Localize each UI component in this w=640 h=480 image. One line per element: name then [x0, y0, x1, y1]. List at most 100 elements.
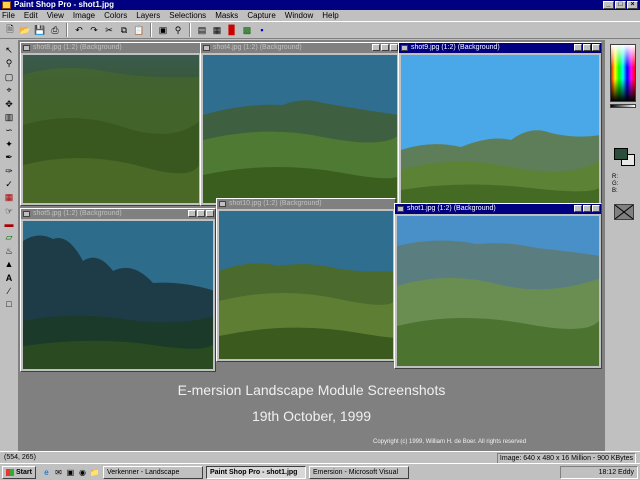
arrow-icon[interactable]: ↖: [2, 44, 17, 56]
redo-icon[interactable]: ↷: [87, 23, 101, 37]
landscape-image: [23, 55, 199, 203]
menu-masks[interactable]: Masks: [215, 11, 238, 20]
menu-capture[interactable]: Capture: [247, 11, 275, 20]
grayscale-ramp[interactable]: [610, 104, 636, 108]
minimize-button[interactable]: _: [603, 1, 614, 9]
histogram-icon[interactable]: ▉: [225, 23, 239, 37]
toolbar: 🗎 📂 💾 ⎙ ↶ ↷ ✂ ⧉ 📋 ▣ ⚲ ▤ ▦ ▉ ▩ ▪: [0, 21, 640, 39]
taskbar-button-paintshop[interactable]: Paint Shop Pro - shot1.jpg: [205, 465, 306, 479]
status-bar: (554, 265) Image: 640 x 480 x 16 Million…: [0, 451, 640, 464]
toggle-palette-icon[interactable]: ▦: [210, 23, 224, 37]
clone-icon[interactable]: ✓: [2, 178, 17, 190]
taskbar: Start e ✉ ▣ ◉ 📁 Verkenner - Landscape Pa…: [0, 463, 640, 480]
zoom-tool-icon[interactable]: ⚲: [2, 57, 17, 69]
selection-icon[interactable]: ▥: [2, 111, 17, 123]
menu-file[interactable]: File: [2, 11, 15, 20]
toggle-toolbar-icon[interactable]: ▤: [195, 23, 209, 37]
paintbrush-icon[interactable]: ✑: [2, 165, 17, 177]
deformation-icon[interactable]: ▢: [2, 71, 17, 83]
landscape-image: [203, 55, 397, 203]
foreground-color-swatch[interactable]: [614, 148, 628, 160]
menu-bar: File Edit View Image Colors Layers Selec…: [0, 10, 640, 21]
app-icon[interactable]: [2, 1, 11, 9]
start-button[interactable]: Start: [2, 465, 36, 479]
toolbar-separator: [150, 23, 152, 37]
taskbar-button-visualstudio[interactable]: Emersion - Microsoft Visual: [308, 465, 409, 479]
image-window-caption[interactable]: shot5.jpg (1:2) (Background): [21, 209, 215, 219]
maximize-button[interactable]: □: [615, 1, 626, 9]
undo-icon[interactable]: ↶: [72, 23, 86, 37]
zoom-icon[interactable]: ⚲: [171, 23, 185, 37]
overview-icon[interactable]: ▪: [255, 23, 269, 37]
image-window-caption[interactable]: shot4.jpg (1:2) (Background): [201, 43, 399, 53]
cursor-coordinates: (554, 265): [4, 454, 36, 461]
browse-icon[interactable]: ▣: [156, 23, 170, 37]
tool-palette: ↖ ⚲ ▢ ⌖ ✥ ▥ ∽ ✦ ✒ ✑ ✓ ▦ ☞ ▬ ▱ ♨ ▲ A ∕ □: [0, 41, 18, 451]
image-window-caption[interactable]: shot8.jpg (1:2) (Background): [21, 43, 201, 53]
menu-layers[interactable]: Layers: [136, 11, 160, 20]
clock[interactable]: 18:12 Eddy: [599, 469, 634, 476]
airbrush-icon[interactable]: ♨: [2, 245, 17, 257]
windows-flag-icon: [6, 468, 14, 476]
landscape-image: [219, 211, 393, 359]
magic-wand-icon[interactable]: ✦: [2, 138, 17, 150]
canvas-heading: E-mersion Landscape Module Screenshots: [177, 382, 446, 398]
copy-icon[interactable]: ⧉: [117, 23, 131, 37]
quick-launch: e ✉ ▣ ◉ 📁: [41, 467, 100, 478]
menu-selections[interactable]: Selections: [169, 11, 206, 20]
freehand-icon[interactable]: ∽: [2, 124, 17, 136]
retouch-icon[interactable]: ☞: [2, 205, 17, 217]
landscape-image: [397, 216, 599, 366]
menu-window[interactable]: Window: [285, 11, 313, 20]
explorer-icon[interactable]: 📁: [89, 467, 100, 478]
dropper-icon[interactable]: ✒: [2, 151, 17, 163]
new-icon[interactable]: 🗎: [3, 23, 17, 37]
layers-icon[interactable]: ▩: [240, 23, 254, 37]
print-icon[interactable]: ⎙: [48, 23, 62, 37]
toolbar-separator: [66, 23, 68, 37]
image-window-caption[interactable]: shot9.jpg (1:2) (Background): [399, 43, 601, 53]
color-replacer-icon[interactable]: ▦: [2, 191, 17, 203]
canvas-date: 19th October, 1999: [251, 408, 372, 424]
crop-icon[interactable]: ⌖: [2, 84, 17, 96]
outlook-icon[interactable]: ✉: [53, 467, 64, 478]
menu-help[interactable]: Help: [322, 11, 338, 20]
open-icon[interactable]: 📂: [18, 23, 32, 37]
image-window-caption[interactable]: shot10.jpg (1:2) (Background): [217, 199, 395, 209]
system-tray: 18:12 Eddy: [560, 466, 638, 479]
taskbar-button-explorer[interactable]: Verkenner - Landscape: [102, 465, 203, 479]
cut-icon[interactable]: ✂: [102, 23, 116, 37]
image-window-shot4[interactable]: shot4.jpg (1:2) (Background): [200, 42, 400, 206]
canvas-copyright: Copyright (c) 1999, William H. de Boer. …: [373, 439, 527, 445]
shape-icon[interactable]: □: [2, 298, 17, 310]
landscape-image: [401, 55, 599, 203]
image-window-shot5[interactable]: shot5.jpg (1:2) (Background): [20, 208, 216, 372]
image-window-shot1[interactable]: shot1.jpg (1:2) (Background): [394, 203, 602, 369]
mover-icon[interactable]: ✥: [2, 98, 17, 110]
image-window-caption[interactable]: shot1.jpg (1:2) (Background): [395, 204, 601, 214]
menu-edit[interactable]: Edit: [24, 11, 38, 20]
image-window-shot8[interactable]: shot8.jpg (1:2) (Background): [20, 42, 202, 206]
menu-image[interactable]: Image: [73, 11, 95, 20]
picture-tube-icon[interactable]: ▱: [2, 231, 17, 243]
image-window-shot10[interactable]: shot10.jpg (1:2) (Background): [216, 198, 396, 362]
landscape-image: [23, 221, 213, 369]
toolbar-separator: [189, 23, 191, 37]
channels-icon[interactable]: ◉: [77, 467, 88, 478]
style-swatch[interactable]: [614, 204, 634, 220]
color-spectrum[interactable]: [610, 44, 636, 102]
close-button[interactable]: ×: [627, 1, 638, 9]
line-icon[interactable]: ∕: [2, 285, 17, 297]
eraser-icon[interactable]: ▬: [2, 218, 17, 230]
save-icon[interactable]: 💾: [33, 23, 47, 37]
color-palette: R: G: B:: [606, 40, 640, 451]
menu-view[interactable]: View: [47, 11, 64, 20]
text-icon[interactable]: A: [2, 272, 17, 284]
window-title: Paint Shop Pro - shot1.jpg: [14, 0, 114, 9]
image-window-shot9[interactable]: shot9.jpg (1:2) (Background): [398, 42, 602, 206]
menu-colors[interactable]: Colors: [104, 11, 127, 20]
flood-fill-icon[interactable]: ▲: [2, 258, 17, 270]
desktop-icon[interactable]: ▣: [65, 467, 76, 478]
paste-icon[interactable]: 📋: [132, 23, 146, 37]
ie-icon[interactable]: e: [41, 467, 52, 478]
